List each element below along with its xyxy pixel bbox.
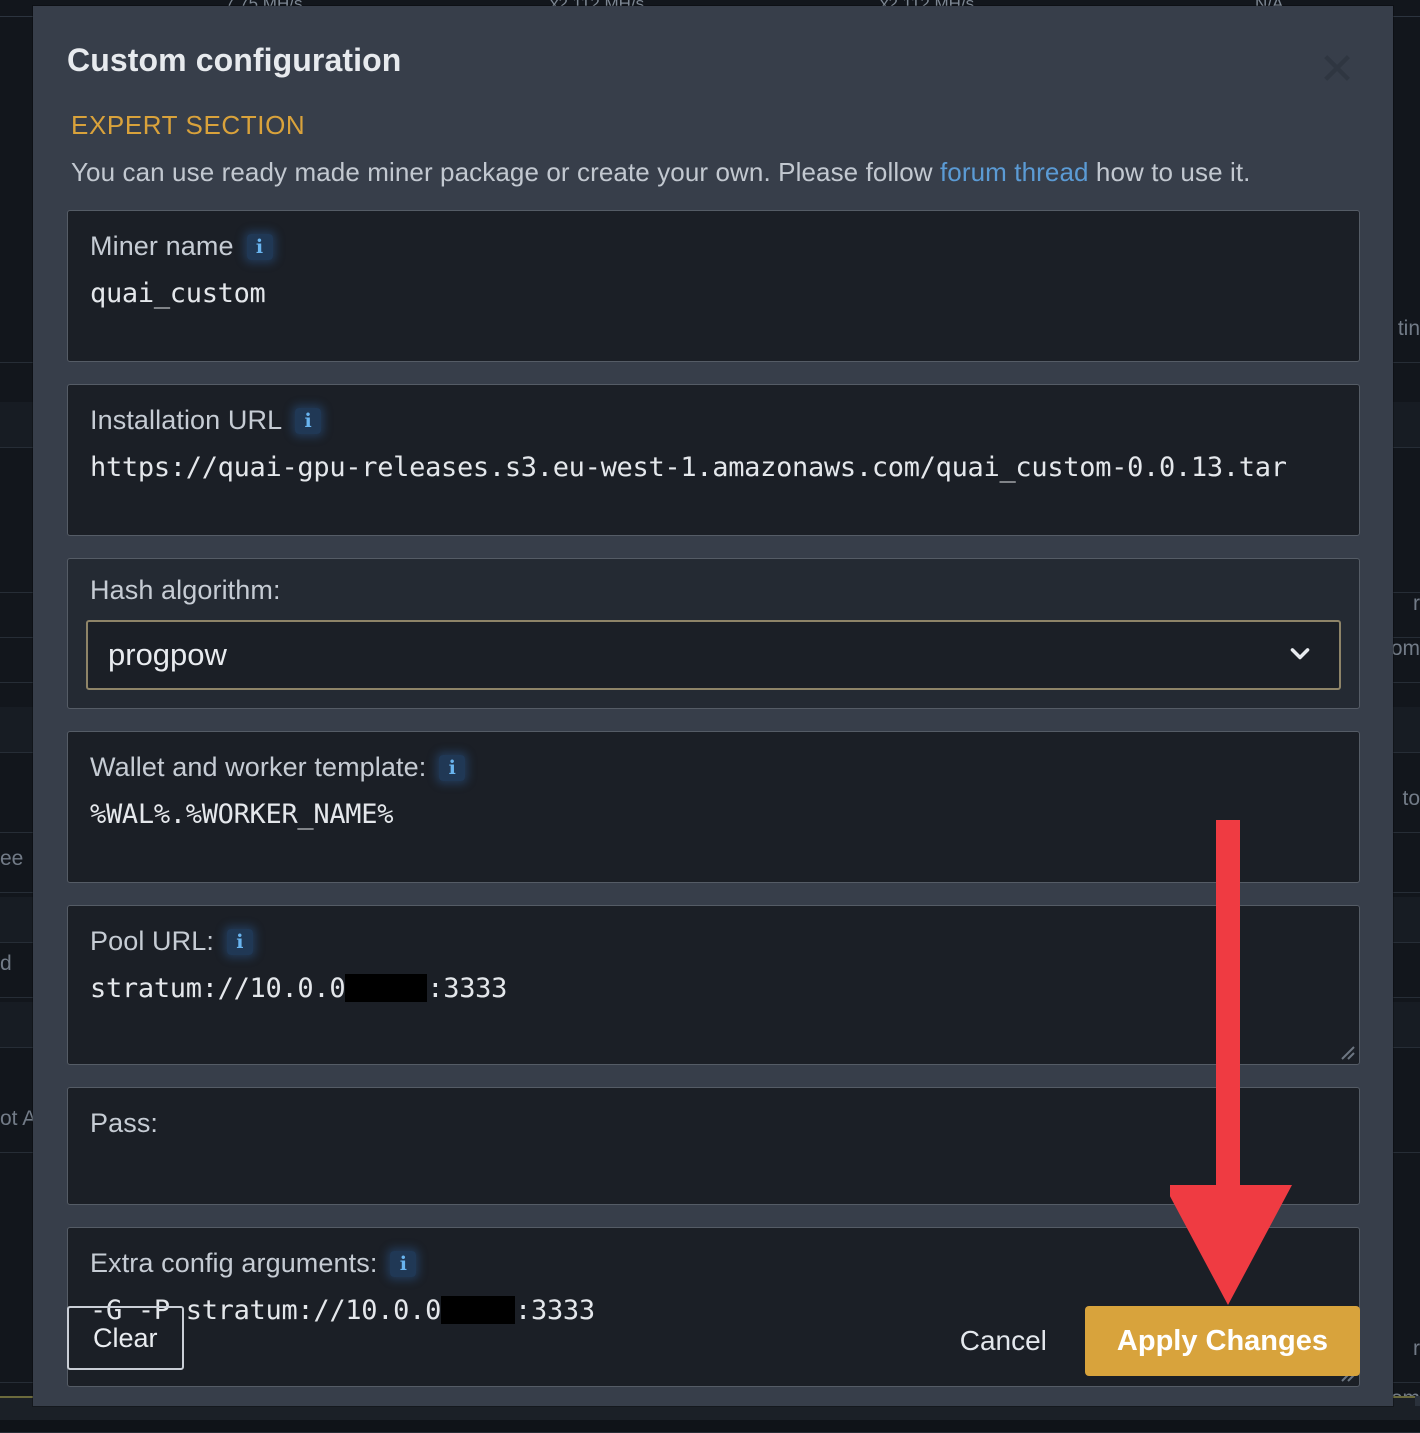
- chevron-down-icon: [1290, 648, 1310, 660]
- pass-label-text: Pass:: [90, 1108, 159, 1138]
- cancel-button[interactable]: Cancel: [960, 1309, 1047, 1373]
- wallet-worker-template-input[interactable]: %WAL%.%WORKER_NAME%: [90, 799, 1337, 830]
- background-cell: om: [1390, 637, 1420, 660]
- resize-handle[interactable]: [1334, 1039, 1356, 1061]
- close-icon[interactable]: ✕: [1311, 44, 1363, 96]
- info-icon[interactable]: i: [295, 407, 322, 434]
- forum-thread-link[interactable]: forum thread: [940, 157, 1089, 187]
- installation-url-label-text: Installation URL: [90, 405, 283, 435]
- installation-url-label: Installation URL i: [90, 405, 1337, 436]
- background-status-marker: [1415, 1396, 1420, 1406]
- hash-algorithm-selected-value: progpow: [108, 637, 227, 672]
- pool-url-label-text: Pool URL:: [90, 926, 214, 956]
- background-cell: ee: [0, 847, 24, 870]
- redaction-bar: [345, 973, 428, 1002]
- pass-label: Pass:: [90, 1108, 1337, 1139]
- dialog-body: EXPERT SECTION You can use ready made mi…: [33, 110, 1393, 1387]
- footer-actions: Cancel Apply Changes: [960, 1306, 1360, 1376]
- hash-algorithm-field: Hash algorithm: progpow: [67, 558, 1360, 709]
- clear-button[interactable]: Clear: [67, 1306, 184, 1370]
- apply-changes-button[interactable]: Apply Changes: [1084, 1306, 1360, 1376]
- pool-url-value-prefix: stratum://10.0.0: [90, 973, 346, 1004]
- info-icon[interactable]: i: [246, 233, 273, 260]
- expert-section-label: EXPERT SECTION: [71, 110, 306, 140]
- hash-algorithm-label: Hash algorithm:: [90, 575, 1341, 606]
- custom-configuration-dialog: Custom configuration ✕ EXPERT SECTION Yo…: [33, 6, 1393, 1406]
- background-cell: r: [1413, 592, 1420, 615]
- wallet-worker-template-field[interactable]: Wallet and worker template: i %WAL%.%WOR…: [67, 731, 1360, 883]
- description-text-before: You can use ready made miner package or …: [71, 157, 940, 187]
- background-cell: to: [1402, 787, 1420, 810]
- dialog-header: Custom configuration ✕: [33, 6, 1393, 94]
- pool-url-field[interactable]: Pool URL: i stratum://10.0.0 :3333: [67, 905, 1360, 1065]
- background-cell: d: [0, 952, 12, 975]
- miner-name-label-text: Miner name: [90, 231, 234, 261]
- miner-name-label: Miner name i: [90, 231, 1337, 262]
- pool-url-label: Pool URL: i: [90, 926, 1337, 957]
- wallet-worker-template-label: Wallet and worker template: i: [90, 752, 1337, 783]
- miner-name-field[interactable]: Miner name i quai_custom: [67, 210, 1360, 362]
- extra-config-arguments-label: Extra config arguments: i: [90, 1248, 1337, 1279]
- miner-name-input[interactable]: quai_custom: [90, 278, 1337, 309]
- info-icon[interactable]: i: [390, 1250, 417, 1277]
- background-cell: r: [1413, 1337, 1420, 1360]
- page-title: Custom configuration: [67, 42, 402, 78]
- wallet-worker-template-label-text: Wallet and worker template:: [90, 752, 427, 782]
- installation-url-field[interactable]: Installation URL i https://quai-gpu-rele…: [67, 384, 1360, 536]
- hash-algorithm-select[interactable]: progpow: [86, 620, 1341, 690]
- dialog-footer: Clear Cancel Apply Changes: [33, 1296, 1393, 1406]
- description-text-after: how to use it.: [1088, 157, 1251, 187]
- pass-field[interactable]: Pass:: [67, 1087, 1360, 1205]
- pool-url-value-suffix: :3333: [427, 973, 508, 1004]
- hash-algorithm-label-text: Hash algorithm:: [90, 575, 281, 605]
- background-cell: tin: [1397, 317, 1420, 340]
- info-icon[interactable]: i: [439, 754, 466, 781]
- pool-url-input[interactable]: stratum://10.0.0 :3333: [90, 973, 1337, 1004]
- info-icon[interactable]: i: [226, 928, 253, 955]
- installation-url-input[interactable]: https://quai-gpu-releases.s3.eu-west-1.a…: [90, 452, 1337, 483]
- extra-config-arguments-label-text: Extra config arguments:: [90, 1248, 378, 1278]
- background-cell: ot A: [0, 1107, 37, 1130]
- expert-section-description: You can use ready made miner package or …: [71, 157, 1360, 188]
